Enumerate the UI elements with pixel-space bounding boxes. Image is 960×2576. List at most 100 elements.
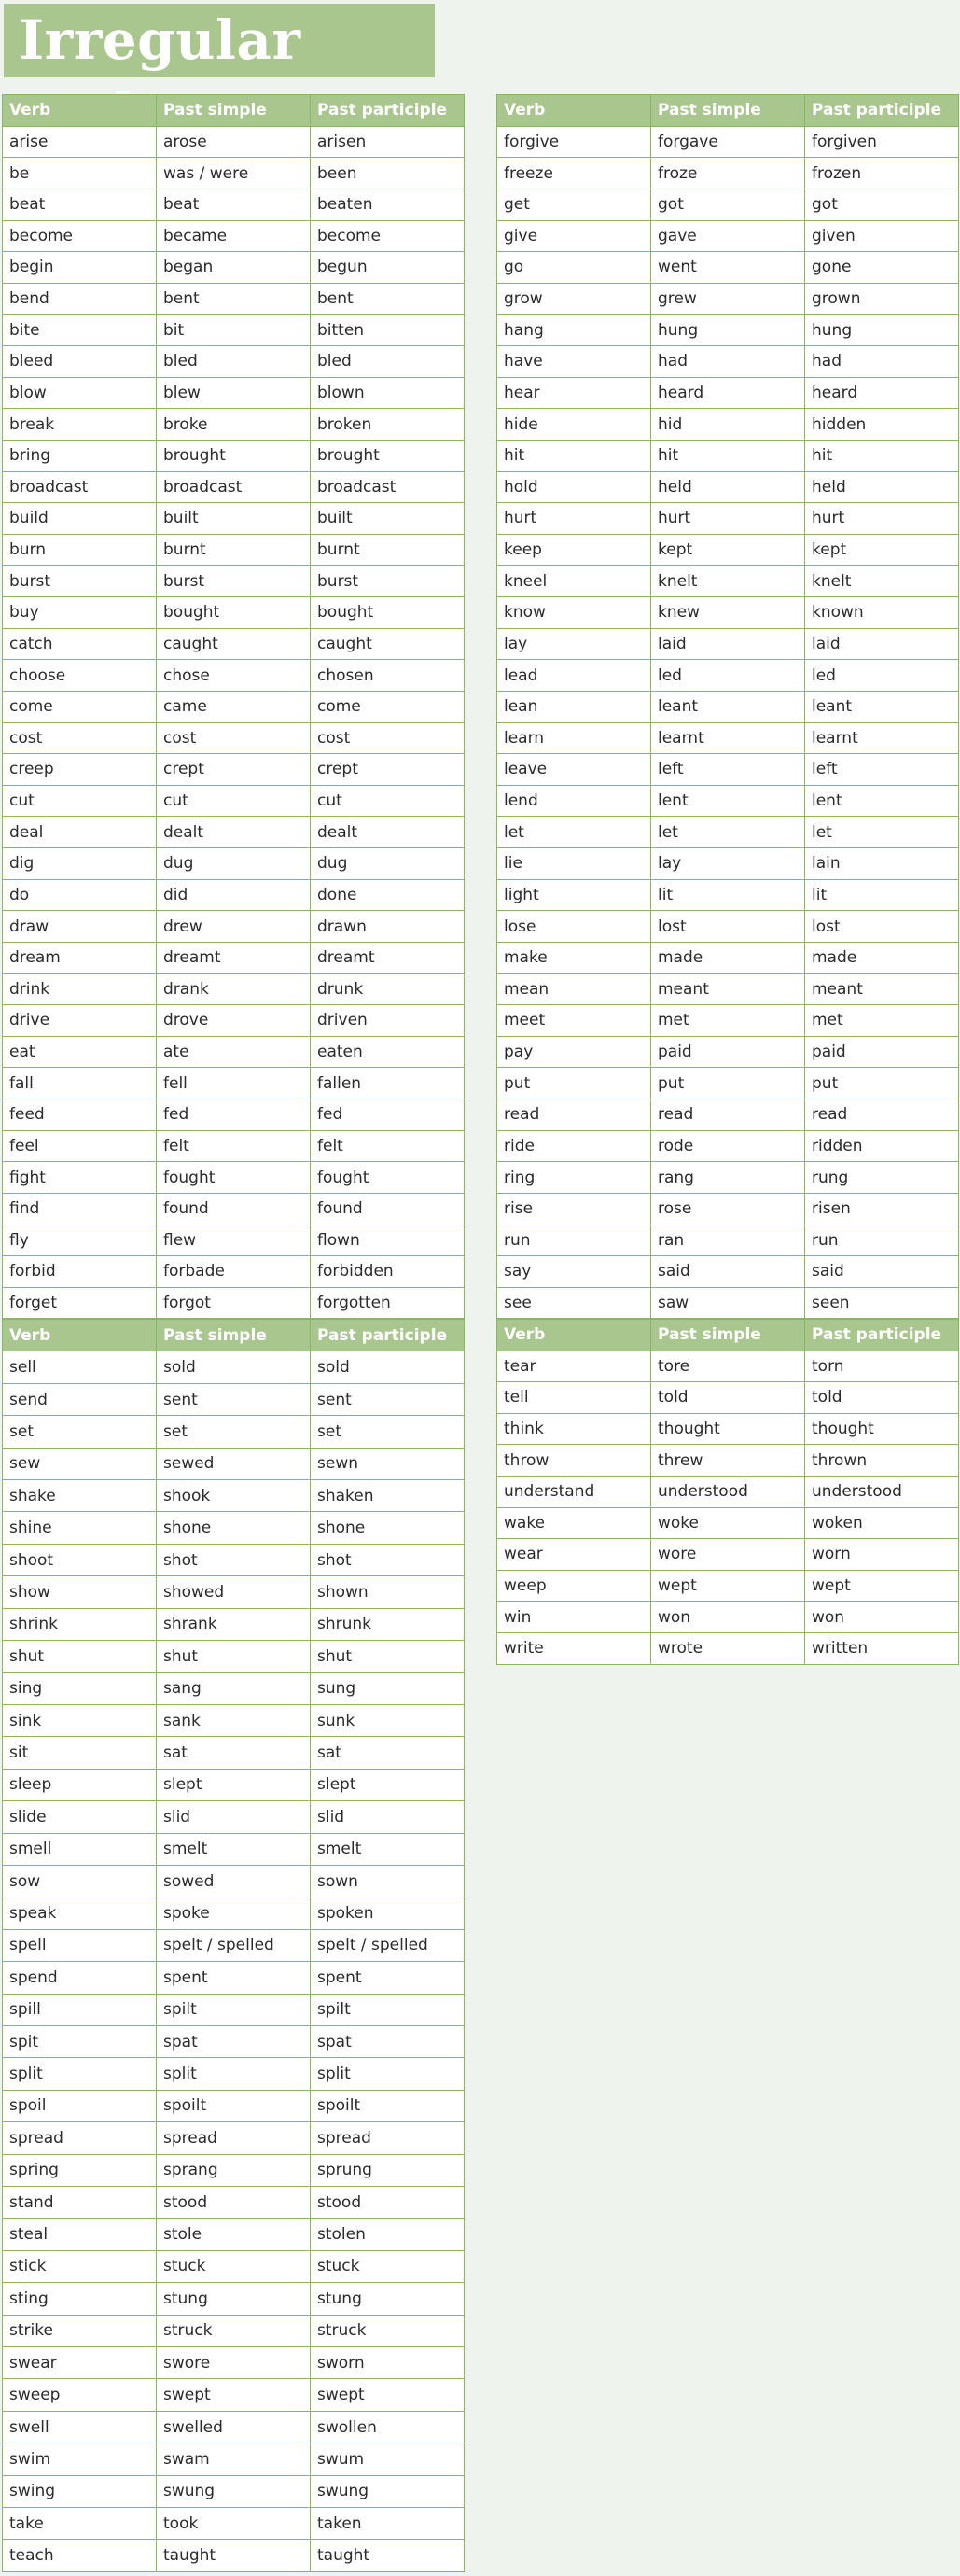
verb-cell: kneel	[496, 565, 651, 597]
verb-cell: tear	[496, 1350, 651, 1383]
table-row: do did done	[2, 878, 465, 912]
past-simple-cell: tore	[650, 1350, 805, 1383]
past-simple-cell: chose	[156, 659, 311, 692]
table-row: show showed shown	[2, 1575, 465, 1609]
verb-cell: spit	[2, 2024, 157, 2059]
verb-cell: understand	[496, 1475, 651, 1508]
verb-cell: hit	[496, 439, 651, 472]
past-participle-cell: taught	[310, 2539, 465, 2572]
past-simple-cell: wept	[650, 1569, 805, 1603]
table-row: arise arose arisen	[2, 125, 465, 159]
table-row: keep kept kept	[496, 533, 959, 567]
past-simple-cell: ate	[156, 1035, 311, 1069]
table-row: draw drew drawn	[2, 910, 465, 943]
past-simple-cell: dealt	[156, 816, 311, 848]
past-participle-cell: stuck	[310, 2249, 465, 2284]
header-verb: Verb	[2, 1318, 157, 1352]
past-participle-cell: bitten	[310, 314, 465, 346]
table-row: find found found	[2, 1192, 465, 1225]
verb-cell: forgive	[496, 125, 651, 159]
verb-cell: spread	[2, 2121, 157, 2155]
past-simple-cell: hit	[650, 439, 805, 472]
table-row: get got got	[496, 188, 959, 221]
table-row: burn burnt burnt	[2, 533, 465, 567]
verb-cell: feed	[2, 1099, 157, 1131]
verb-cell: shoot	[2, 1543, 157, 1577]
past-simple-cell: made	[650, 941, 805, 974]
past-participle-cell: bent	[310, 282, 465, 315]
past-participle-cell: run	[804, 1224, 959, 1257]
verb-cell: wake	[496, 1506, 651, 1540]
past-simple-cell: lit	[650, 878, 805, 912]
table-row: sing sang sung	[2, 1672, 465, 1705]
verb-cell: lead	[496, 659, 651, 692]
past-simple-cell: got	[650, 188, 805, 221]
past-participle-cell: woken	[804, 1506, 959, 1540]
past-participle-cell: smelt	[310, 1832, 465, 1866]
verb-cell: cut	[2, 784, 157, 818]
table-row: spill spilt spilt	[2, 1993, 465, 2026]
past-participle-cell: beaten	[310, 188, 465, 221]
verb-cell: hurt	[496, 502, 651, 535]
verb-cell: build	[2, 502, 157, 535]
past-simple-cell: thought	[650, 1412, 805, 1446]
past-simple-cell: bent	[156, 282, 311, 315]
table-row: sink sank sunk	[2, 1703, 465, 1738]
past-simple-cell: lay	[650, 847, 805, 880]
past-simple-cell: grew	[650, 282, 805, 315]
verb-cell: swim	[2, 2443, 157, 2476]
verb-cell: cost	[2, 721, 157, 755]
table-row: hide hid hidden	[496, 408, 959, 441]
past-participle-cell: shot	[310, 1543, 465, 1577]
past-simple-cell: swung	[156, 2474, 311, 2509]
past-participle-cell: given	[804, 219, 959, 253]
past-simple-cell: said	[650, 1255, 805, 1288]
table-row: spit spat spat	[2, 2024, 465, 2059]
table-row: lean leant leant	[496, 690, 959, 723]
past-simple-cell: wore	[650, 1538, 805, 1571]
past-simple-cell: spilt	[156, 1993, 311, 2026]
past-participle-cell: forbidden	[310, 1255, 465, 1288]
verb-cell: bring	[2, 439, 157, 472]
past-simple-cell: fed	[156, 1099, 311, 1131]
past-simple-cell: bled	[156, 345, 311, 378]
past-simple-cell: rang	[650, 1161, 805, 1194]
past-simple-cell: shut	[156, 1640, 311, 1673]
past-simple-cell: brought	[156, 439, 311, 472]
table-row: bite bit bitten	[2, 314, 465, 346]
past-participle-cell: written	[804, 1631, 959, 1665]
past-participle-cell: frozen	[804, 157, 959, 189]
past-simple-cell: swam	[156, 2443, 311, 2476]
past-participle-cell: told	[804, 1381, 959, 1414]
table-row: shine shone shone	[2, 1511, 465, 1545]
past-participle-cell: broadcast	[310, 470, 465, 504]
table-row: lose lost lost	[496, 910, 959, 943]
table-row: slide slid slid	[2, 1800, 465, 1834]
past-participle-cell: swollen	[310, 2410, 465, 2444]
verb-cell: put	[496, 1067, 651, 1099]
past-participle-cell: dreamt	[310, 941, 465, 974]
past-participle-cell: set	[310, 1415, 465, 1449]
past-participle-cell: got	[804, 188, 959, 221]
table-row: begin began begun	[2, 251, 465, 284]
past-participle-cell: chosen	[310, 659, 465, 692]
verb-cell: stand	[2, 2185, 157, 2219]
table-header-row: Verb Past simple Past participle	[496, 1319, 959, 1351]
table-row: steal stole stolen	[2, 2218, 465, 2251]
verb-cell: forget	[2, 1286, 157, 1320]
past-participle-cell: forgotten	[310, 1286, 465, 1320]
table-row: shrink shrank shrunk	[2, 1607, 465, 1642]
table-row: cut cut cut	[2, 784, 465, 818]
table-row: sit sat sat	[2, 1736, 465, 1770]
past-participle-cell: sewn	[310, 1447, 465, 1481]
table-row: know knew known	[496, 596, 959, 629]
past-participle-cell: meant	[804, 973, 959, 1006]
past-participle-cell: shrunk	[310, 1607, 465, 1642]
verb-cell: lay	[496, 627, 651, 661]
table-row: swell swelled swollen	[2, 2410, 465, 2444]
verb-cell: do	[2, 878, 157, 912]
past-participle-cell: made	[804, 941, 959, 974]
past-simple-cell: slid	[156, 1800, 311, 1834]
past-simple-cell: burnt	[156, 533, 311, 567]
past-simple-cell: arose	[156, 125, 311, 159]
